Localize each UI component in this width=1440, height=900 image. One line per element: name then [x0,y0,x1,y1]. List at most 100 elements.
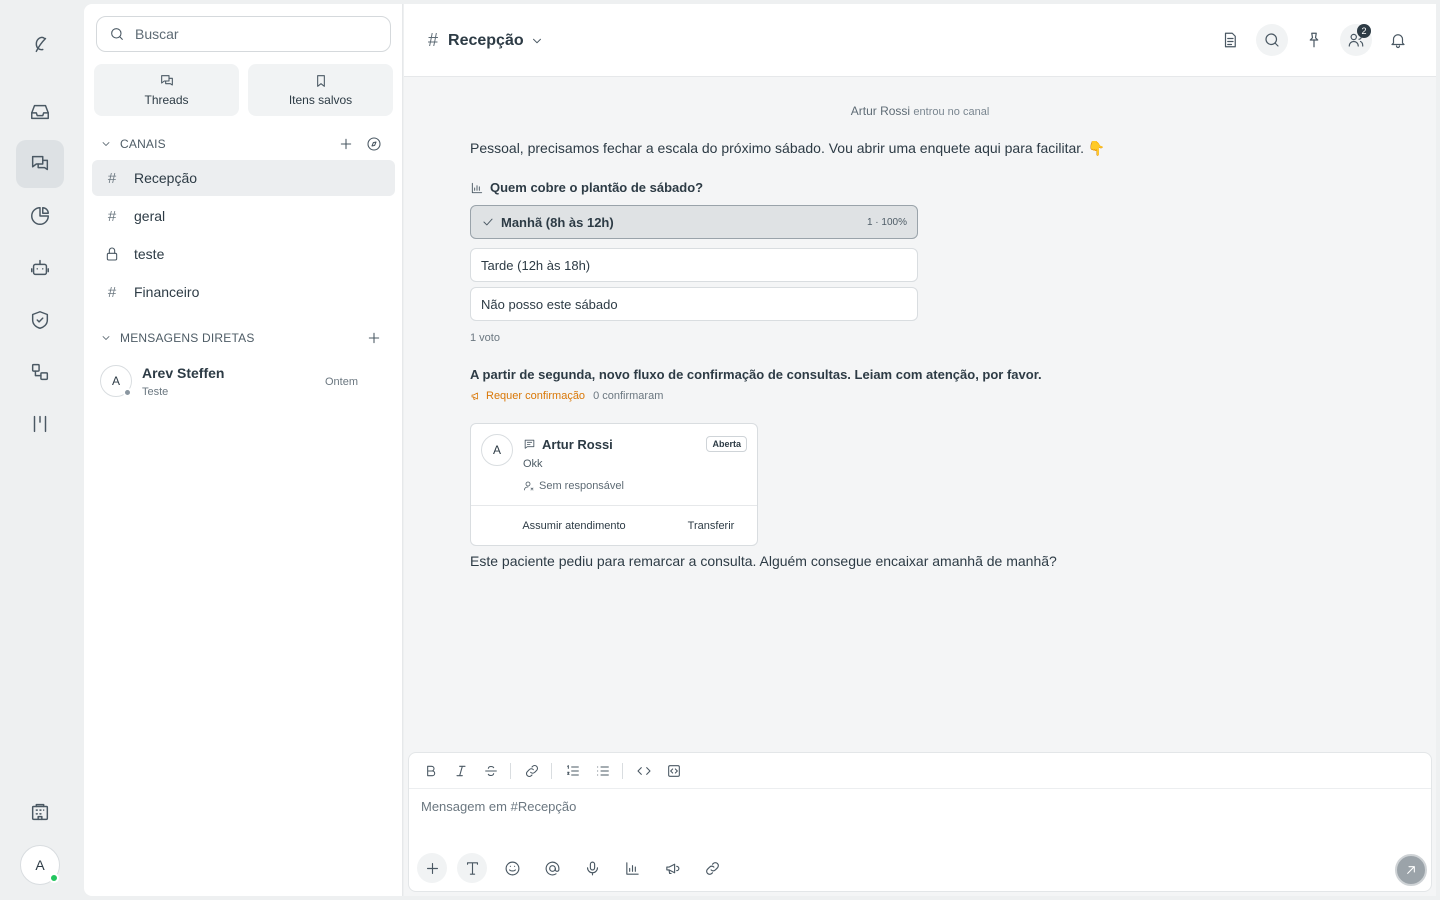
megaphone-icon [665,863,679,874]
dm-item-arev-steffen[interactable]: A Arev Steffen Teste Ontem [100,363,390,401]
kanban-icon[interactable] [16,400,64,448]
ticket-assignee-text: Sem responsável [539,480,624,492]
take-ticket-button[interactable]: Assumir atendimento [479,511,669,541]
attach-button[interactable] [417,853,447,883]
insert-link-button[interactable] [697,853,727,883]
hash-icon: # [107,283,117,301]
channel-title[interactable]: # Recepção [428,30,544,51]
user-avatar[interactable]: A [20,845,60,885]
dm-preview: Teste [142,386,169,398]
dm-section-header[interactable]: MENSAGENS DIRETAS [100,328,390,348]
emoji-button[interactable] [497,853,527,883]
message-text: Pessoal, precisamos fechar a escala do p… [470,140,1106,156]
channel-item-teste[interactable]: teste [92,236,395,272]
ticket-requester: Artur Rossi [542,437,613,452]
add-channel-icon[interactable] [338,136,354,152]
pinned-button[interactable] [1298,24,1330,56]
members-button[interactable]: 2 [1340,24,1372,56]
message-input[interactable] [421,799,1411,814]
ticket-body: Okk [523,458,543,470]
avatar-initial: A [492,443,501,457]
link-icon[interactable] [522,761,542,781]
italic-icon[interactable] [451,761,471,781]
chevron-down-icon [102,142,110,146]
bullet-list-icon[interactable] [593,761,613,781]
chat-icon[interactable] [16,140,64,188]
ticket-message-icon [524,439,535,449]
ordered-list-icon[interactable] [563,761,583,781]
bold-icon[interactable] [421,761,441,781]
requires-confirmation-link[interactable]: Requer confirmação [486,390,585,402]
bar-chart-icon [471,182,483,193]
channel-title-text: Recepção [448,31,524,49]
shield-icon[interactable] [16,296,64,344]
search-channel-button[interactable] [1256,24,1288,56]
ticket-actions: Assumir atendimento Transferir [471,505,757,545]
toolbar-divider [551,763,552,779]
channel-view: # Recepção 2 Artur Rossi entrou no canal… [404,4,1436,896]
strikethrough-icon[interactable] [481,761,501,781]
explore-channels-icon[interactable] [366,136,382,152]
acknowledgement-row: Requer confirmação 0 confirmaram [470,390,663,402]
dm-header-label: MENSAGENS DIRETAS [120,331,255,345]
hash-icon: # [428,30,439,50]
channel-item-financeiro[interactable]: # Financeiro [92,274,395,310]
channel-item-geral[interactable]: # geral [92,198,395,234]
message-feed: Artur Rossi entrou no canal Pessoal, pre… [406,78,1434,748]
chevron-down-icon [532,38,541,43]
poll-option-tarde[interactable]: Tarde (12h às 18h) [470,248,918,282]
poll-option-nao-posso[interactable]: Não posso este sábado [470,287,918,321]
online-status-dot [49,873,59,883]
channel-name: Financeiro [134,284,200,300]
inbox-icon[interactable] [16,88,64,136]
poll-option-label: Manhã (8h às 12h) [501,214,614,230]
saved-items-label: Itens salvos [288,93,353,107]
status-dot [123,388,132,397]
files-button[interactable] [1214,24,1246,56]
send-button[interactable] [1395,854,1427,886]
avatar: A [100,365,132,397]
poll-button[interactable] [617,853,647,883]
app-rail: A [0,0,84,900]
channel-item-recepcao[interactable]: # Recepção [92,160,395,196]
join-action: entrou no canal [913,106,990,118]
search-input[interactable] [135,26,375,42]
announcement-button[interactable] [657,853,687,883]
threads-label: Threads [144,93,189,107]
search-icon [1265,33,1279,47]
integrations-icon[interactable] [16,348,64,396]
code-block-icon[interactable] [664,761,684,781]
building-icon[interactable] [16,788,64,836]
check-icon [483,218,493,226]
poll-question-text: Quem cobre o plantão de sábado? [490,180,704,195]
ticket-header: Artur Rossi [523,437,613,452]
mention-button[interactable] [537,853,567,883]
logo-icon[interactable] [16,20,64,68]
join-user[interactable]: Artur Rossi [851,104,910,118]
chart-pie-icon[interactable] [16,192,64,240]
voice-button[interactable] [577,853,607,883]
bot-icon[interactable] [16,244,64,292]
members-count-badge: 2 [1357,24,1371,38]
channels-header-label: CANAIS [120,137,166,151]
avatar: A [481,434,513,466]
saved-items-button[interactable]: Itens salvos [248,64,393,116]
channel-name: teste [134,246,165,262]
search-box[interactable] [96,16,391,52]
poll-option-label: Tarde (12h às 18h) [481,257,591,273]
transfer-ticket-button[interactable]: Transferir [671,511,751,541]
code-icon[interactable] [634,761,654,781]
ticket-card: A Artur Rossi Aberta Okk Sem responsável… [470,423,758,546]
channels-section-header[interactable]: CANAIS [100,134,390,154]
link-icon [705,861,719,875]
hash-icon: # [107,169,117,187]
add-dm-icon[interactable] [366,330,382,346]
threads-button[interactable]: Threads [94,64,239,116]
notifications-button[interactable] [1382,24,1414,56]
bar-chart-icon [625,861,639,875]
poll-option-manha[interactable]: Manhã (8h às 12h) 1 · 100% [470,205,918,239]
lock-icon [106,247,118,261]
text-format-button[interactable] [457,853,487,883]
channel-header: # Recepção 2 [404,4,1436,77]
user-x-icon [524,481,534,491]
